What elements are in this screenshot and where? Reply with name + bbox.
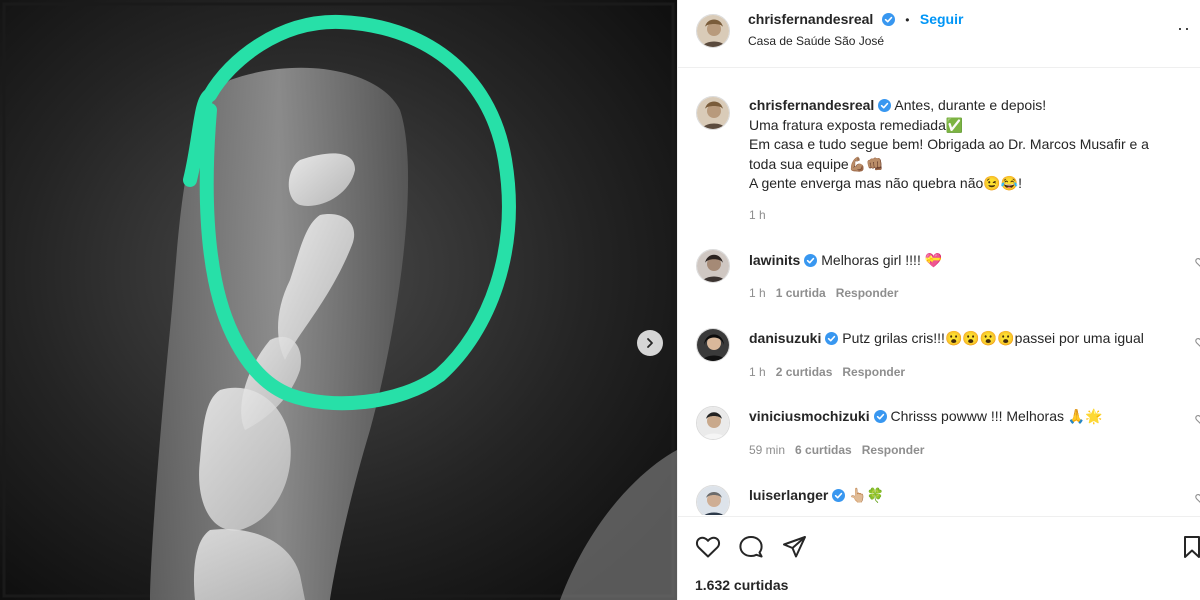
- post-author-username[interactable]: chrisfernandesreal: [748, 11, 873, 27]
- verified-badge-icon: [804, 254, 818, 267]
- caption-username[interactable]: chrisfernandesreal: [749, 97, 874, 113]
- paper-plane-icon[interactable]: [782, 535, 808, 559]
- verified-badge-icon: [825, 332, 839, 345]
- comments-list: chrisfernandesreal Antes, durante e depo…: [678, 69, 1200, 515]
- comment-heart-icon[interactable]: [1195, 493, 1200, 504]
- verified-badge-icon: [832, 489, 846, 502]
- caption-line: Antes, durante e depois!: [894, 97, 1047, 113]
- comment-text: Chrisss powww !!! Melhoras 🙏🌟: [890, 408, 1103, 424]
- comment-likes[interactable]: 2 curtidas: [776, 365, 833, 379]
- xray-image: [0, 0, 677, 600]
- caption-line: A gente enverga mas não quebra não😉😂!: [749, 175, 1023, 191]
- avatar[interactable]: [696, 406, 730, 440]
- post-media: [0, 0, 677, 600]
- comment-username[interactable]: lawinits: [749, 252, 800, 268]
- comment-text: Putz grilas cris!!!😮😮😮😮passei por uma ig…: [842, 330, 1144, 346]
- avatar[interactable]: [696, 485, 730, 515]
- comment-time[interactable]: 1 h: [749, 286, 766, 300]
- avatar[interactable]: [696, 14, 730, 48]
- reply-button[interactable]: Responder: [836, 286, 899, 300]
- separator-dot: •: [905, 13, 910, 27]
- comment-text: 👆🏼🍀: [849, 487, 885, 503]
- caption-line: Uma fratura exposta remediada✅: [749, 116, 964, 133]
- comment-heart-icon[interactable]: [1195, 257, 1200, 268]
- comment-username[interactable]: viniciusmochizuki: [749, 408, 870, 424]
- likes-count[interactable]: 1.632 curtidas: [695, 577, 788, 593]
- caption-line: toda sua equipe💪🏽👊🏽: [749, 155, 884, 172]
- caption-time[interactable]: 1 h: [749, 208, 766, 222]
- verified-badge-icon: [873, 410, 887, 423]
- bookmark-icon[interactable]: [1182, 535, 1200, 559]
- comment-text: Melhoras girl !!!! 💝: [821, 252, 943, 268]
- more-options-button[interactable]: ··: [1177, 18, 1191, 39]
- comment-bubble-icon[interactable]: [738, 535, 764, 559]
- comment-heart-icon[interactable]: [1195, 414, 1200, 425]
- comment-username[interactable]: luiserlanger: [749, 487, 828, 503]
- avatar[interactable]: [696, 96, 730, 130]
- comment-likes[interactable]: 6 curtidas: [795, 443, 852, 457]
- post-side-panel: chrisfernandesreal • Seguir Casa de Saúd…: [677, 0, 1200, 600]
- chevron-right-icon: [647, 338, 653, 348]
- post-header: chrisfernandesreal • Seguir Casa de Saúd…: [678, 0, 1200, 68]
- comment-time[interactable]: 1 h: [749, 365, 766, 379]
- verified-badge-icon: [881, 13, 895, 26]
- comment-username[interactable]: danisuzuki: [749, 330, 821, 346]
- comment-heart-icon[interactable]: [1195, 337, 1200, 348]
- follow-button[interactable]: Seguir: [920, 11, 964, 27]
- post-location[interactable]: Casa de Saúde São José: [748, 34, 884, 48]
- caption-line: Em casa e tudo segue bem! Obrigada ao Dr…: [749, 136, 1149, 152]
- reply-button[interactable]: Responder: [842, 365, 905, 379]
- verified-badge-icon: [878, 99, 892, 112]
- caption-text: chrisfernandesreal Antes, durante e depo…: [749, 96, 1200, 194]
- heart-icon[interactable]: [695, 535, 721, 559]
- reply-button[interactable]: Responder: [862, 443, 925, 457]
- avatar[interactable]: [696, 249, 730, 283]
- comment-time[interactable]: 59 min: [749, 443, 785, 457]
- avatar[interactable]: [696, 328, 730, 362]
- comment-likes[interactable]: 1 curtida: [776, 286, 826, 300]
- carousel-next-button[interactable]: [637, 330, 663, 356]
